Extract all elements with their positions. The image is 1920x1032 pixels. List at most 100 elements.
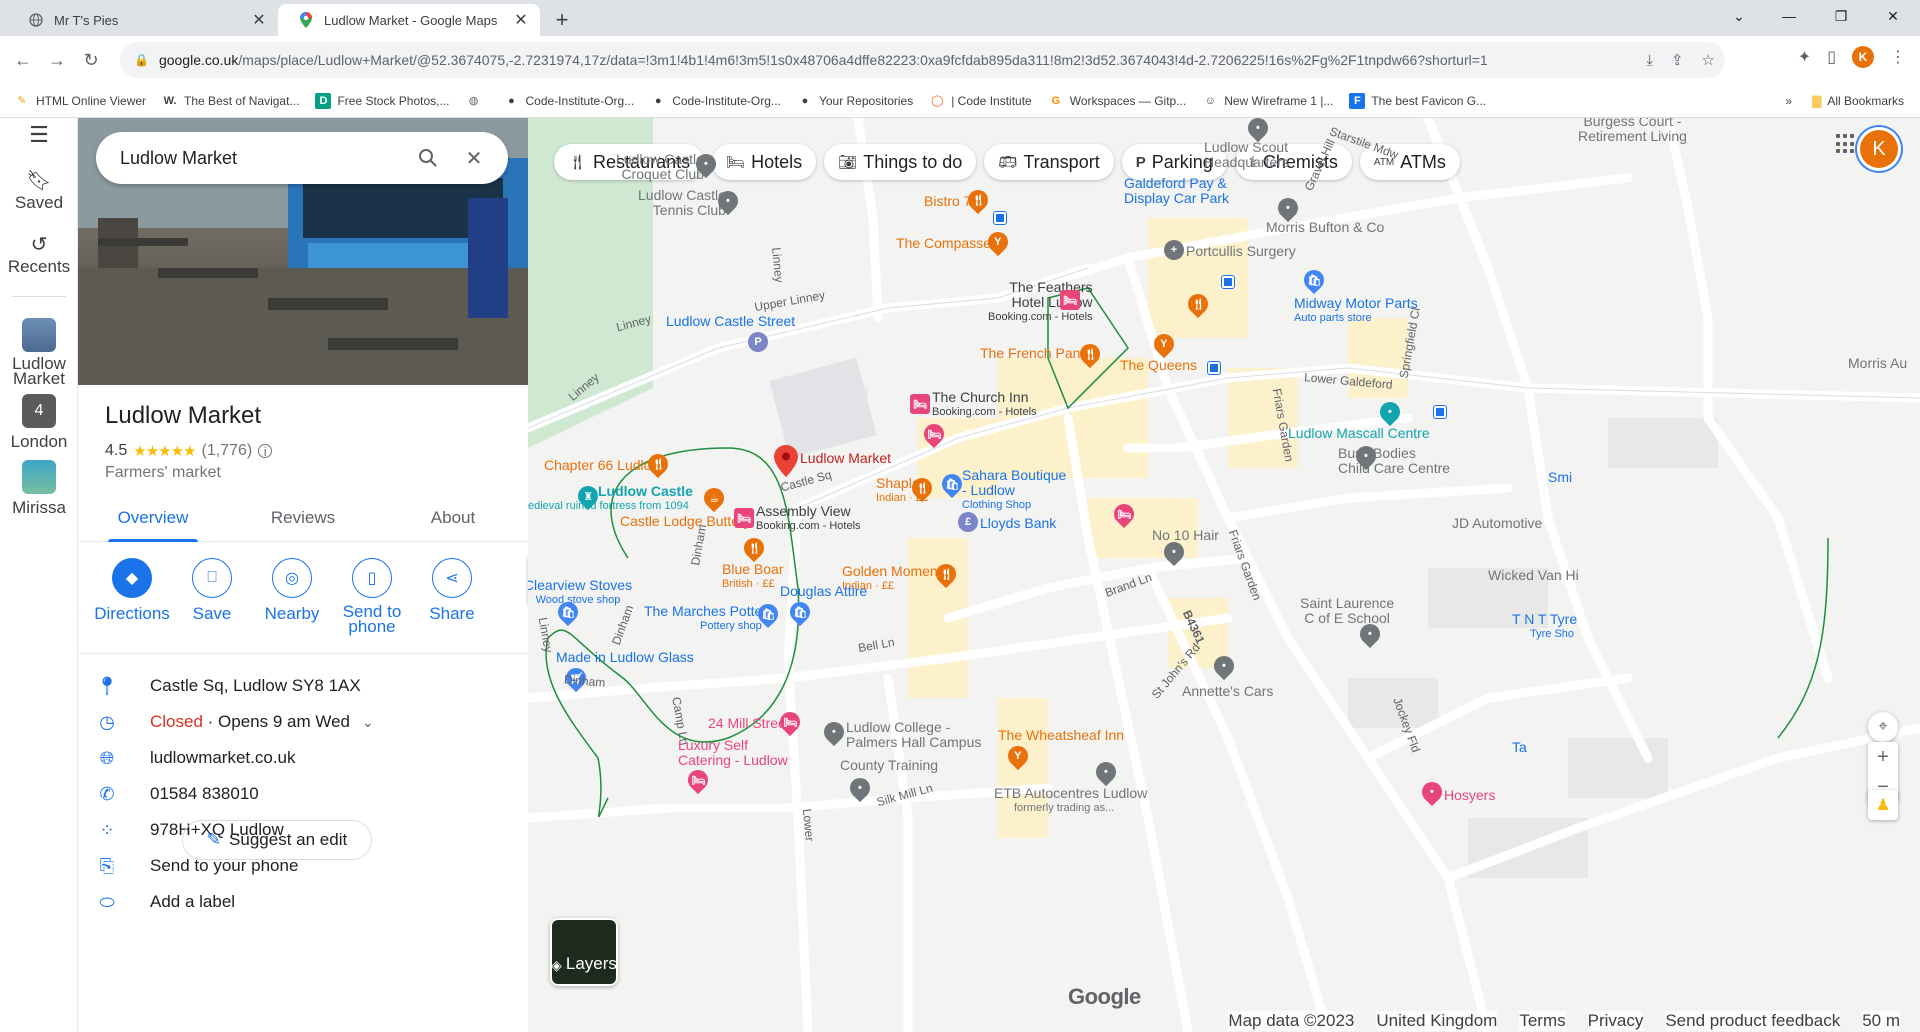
nearby-button[interactable]: ◎ Nearby — [252, 558, 332, 654]
bookmark-item[interactable]: ● Code-Institute-Org... — [650, 93, 781, 109]
poi-jd-automotive[interactable]: JD Automotive — [1452, 516, 1542, 531]
map-canvas[interactable]: 🍴︎ Restaurants 🛏︎ Hotels 📷︎ Things to do 🚌︎… — [528, 118, 1920, 1032]
place-photo[interactable]: Ludlow Market ✕ — [78, 118, 528, 385]
layers-button[interactable]: ◈ Layers — [550, 918, 618, 986]
poi-ludlow-castle-street[interactable]: Ludlow Castle Street — [666, 314, 795, 329]
bookmark-item[interactable]: ☺ New Wireframe 1 |... — [1202, 93, 1334, 109]
poi-castle-lodge[interactable]: Castle Lodge Buttery — [620, 514, 751, 529]
reviews-count[interactable]: (1,776) — [202, 442, 253, 460]
recents-button[interactable]: ↺ Recents — [0, 232, 78, 277]
poi-ludlow-college[interactable]: Ludlow College - Palmers Hall Campus — [846, 720, 981, 750]
menu-dots-icon[interactable]: ⋮ — [1890, 47, 1906, 67]
terms-link[interactable]: Terms — [1519, 1011, 1566, 1031]
poi-saint-laurence[interactable]: Saint Laurence C of E School — [1300, 596, 1394, 626]
poi-assembly-view[interactable]: Assembly View Booking.com - Hotels — [756, 504, 861, 534]
selected-place-label[interactable]: Ludlow Market — [800, 451, 891, 466]
google-apps-icon[interactable] — [1836, 134, 1856, 154]
poi-the-queens[interactable]: The Queens — [1120, 358, 1197, 373]
reload-icon[interactable]: ↻ — [74, 43, 108, 77]
bookmark-item[interactable]: ✎ HTML Online Viewer — [14, 93, 146, 109]
bookmark-item[interactable]: ● Your Repositories — [797, 93, 914, 109]
place-category[interactable]: Farmers' market — [105, 464, 221, 482]
poi-wicked-van[interactable]: Wicked Van Hi — [1488, 568, 1579, 583]
poi-portcullis-surgery[interactable]: Portcullis Surgery — [1186, 244, 1296, 259]
install-app-icon[interactable]: ⤓ — [1646, 52, 1653, 69]
bookmark-item[interactable]: W. The Best of Navigat... — [162, 93, 300, 109]
poi-made-in-ludlow-glass[interactable]: Made in Ludlow Glass — [556, 650, 694, 665]
recent-item-ludlow-market[interactable]: Ludlow Market — [0, 318, 78, 387]
chip-hotels[interactable]: 🛏︎ Hotels — [712, 144, 817, 180]
menu-button[interactable]: ☰ — [0, 122, 78, 148]
chevron-down-icon[interactable]: ⌄ — [362, 714, 374, 731]
account-avatar[interactable]: K — [1860, 130, 1898, 168]
poi-blue-boar[interactable]: Blue Boar British · ££ — [722, 562, 783, 592]
close-tab-icon[interactable]: ✕ — [250, 11, 268, 29]
bookmark-item[interactable]: ◯ | Code Institute — [929, 93, 1032, 109]
poi-burgess-court[interactable]: Burgess Court - Retirement Living — [1578, 118, 1687, 144]
recent-item-mirissa[interactable]: Mirissa — [0, 460, 78, 518]
add-label-row[interactable]: ⬭ Add a label — [78, 884, 528, 920]
bookmarks-more-icon[interactable]: » — [1785, 94, 1792, 108]
poi-ludlow-castle[interactable]: Ludlow Castle edieval ruined fortress fro… — [528, 484, 693, 514]
minimize-icon[interactable]: — — [1766, 0, 1812, 32]
privacy-link[interactable]: Privacy — [1587, 1011, 1644, 1031]
poi-the-compasses[interactable]: The Compasses — [896, 236, 998, 251]
close-tab-icon[interactable]: ✕ — [512, 11, 530, 29]
scale-bar[interactable]: 50 m — [1862, 1011, 1900, 1031]
directions-button[interactable]: ◆ Directions — [92, 558, 172, 654]
poi-annettes-cars[interactable]: Annette's Cars — [1182, 684, 1273, 699]
poi-luxury-self-catering[interactable]: Luxury Self Catering - Ludlow — [678, 738, 788, 768]
bookmark-item[interactable]: ◍ — [466, 93, 488, 109]
poi-smi[interactable]: Smi — [1548, 470, 1572, 485]
poi-castle-croquet[interactable]: Ludlow Castle Croquet Club — [616, 152, 704, 182]
poi-mascall-centre[interactable]: Ludlow Mascall Centre — [1288, 426, 1430, 441]
poi-bistro-7[interactable]: Bistro 7 — [924, 194, 971, 209]
browser-tab-google-maps[interactable]: Ludlow Market - Google Maps ✕ — [278, 4, 540, 36]
my-location-button[interactable]: ⌖ — [1868, 712, 1898, 742]
street-view-pegman[interactable]: ♟ — [1868, 790, 1898, 820]
search-box[interactable]: Ludlow Market ✕ — [96, 132, 508, 184]
bus-stop-icon[interactable] — [1434, 406, 1446, 418]
poi-24-mill-street[interactable]: 24 Mill Street — [708, 716, 790, 731]
new-tab-button[interactable]: + — [546, 4, 578, 36]
forward-icon[interactable]: → — [40, 43, 74, 77]
bus-stop-icon[interactable] — [994, 212, 1006, 224]
bookmark-item[interactable]: F The best Favicon G... — [1349, 92, 1486, 109]
poi-busy-bodies[interactable]: Busy Bodies Child Care Centre — [1338, 446, 1450, 476]
website-row[interactable]: 🌐︎ ludlowmarket.co.uk — [78, 740, 528, 776]
browser-tab-mr-ts-pies[interactable]: Mr T's Pies ✕ — [8, 4, 278, 36]
poi-douglas-attire[interactable]: Douglas Attire — [780, 584, 867, 599]
extensions-icon[interactable]: ✦ — [1798, 47, 1811, 67]
address-row[interactable]: 📍︎ Castle Sq, Ludlow SY8 1AX — [78, 668, 528, 704]
region-link[interactable]: United Kingdom — [1376, 1011, 1498, 1031]
poi-tnt-tyre[interactable]: T N T Tyre Tyre Sho — [1512, 612, 1577, 642]
bookmark-item[interactable]: G Workspaces — Gitp... — [1048, 93, 1186, 109]
side-panel-icon[interactable]: ▯ — [1827, 47, 1836, 67]
phone-row[interactable]: ✆ 01584 838010 — [78, 776, 528, 812]
back-icon[interactable]: ← — [6, 43, 40, 77]
poi-chapter-66[interactable]: Chapter 66 Ludlow — [544, 458, 662, 473]
close-icon[interactable]: ✕ — [462, 146, 486, 170]
poi-etb-autocentres[interactable]: ETB Autocentres Ludlow formerly trading a… — [994, 786, 1147, 816]
poi-morris-au[interactable]: Morris Au — [1848, 356, 1907, 371]
chip-transport[interactable]: 🚌︎ Transport — [984, 144, 1114, 180]
poi-morris-bufton[interactable]: Morris Bufton & Co — [1266, 220, 1384, 235]
save-button[interactable]: ⎕ Save — [172, 558, 252, 654]
bookmark-star-icon[interactable]: ☆ — [1702, 51, 1715, 69]
poi-scout-hq[interactable]: Ludlow Scout Headquarters — [1204, 140, 1289, 170]
info-icon[interactable]: i — [258, 444, 273, 459]
bus-stop-icon[interactable] — [1208, 362, 1220, 374]
tab-reviews[interactable]: Reviews — [228, 498, 378, 541]
tab-about[interactable]: About — [378, 498, 528, 541]
bookmark-item[interactable]: ● Code-Institute-Org... — [504, 93, 634, 109]
tab-overview[interactable]: Overview — [78, 498, 228, 542]
poi-county-training[interactable]: County Training — [840, 758, 938, 773]
suggest-edit-button[interactable]: ✎ Suggest an edit — [182, 820, 372, 860]
bus-stop-icon[interactable] — [1222, 276, 1234, 288]
recent-item-london[interactable]: 4 London — [0, 394, 78, 452]
poi-sahara-boutique[interactable]: Sahara Boutique - Ludlow Clothing Shop — [962, 468, 1066, 513]
poi-lloyds-bank[interactable]: Lloyds Bank — [980, 516, 1056, 531]
saved-button[interactable]: 🔖︎ Saved — [0, 168, 78, 213]
address-bar[interactable]: 🔒 google.co.uk/maps/place/Ludlow+Market/… — [120, 42, 1725, 78]
share-page-icon[interactable]: ⇪ — [1671, 51, 1684, 69]
